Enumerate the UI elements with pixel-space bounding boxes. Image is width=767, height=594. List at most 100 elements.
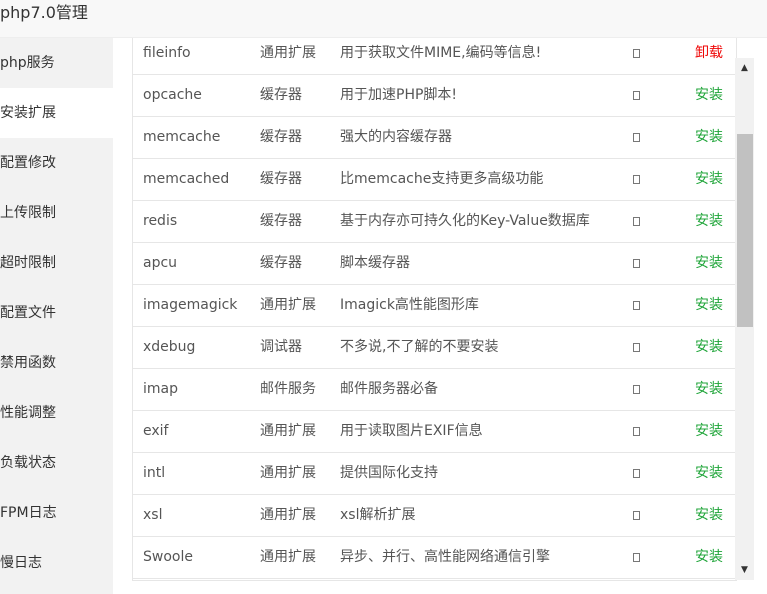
extension-action-link[interactable]: 安装 xyxy=(695,453,723,494)
extension-name: xsl xyxy=(143,507,163,523)
extension-table: fileinfo 通用扩展 用于获取文件MIME,编码等信息! 卸载 opcache 缓存… xyxy=(132,38,737,581)
extension-description: 强大的内容缓存器 xyxy=(340,129,452,145)
table-row: Swoole 通用扩展 异步、并行、高性能网络通信引擎 安装 xyxy=(133,537,736,579)
status-checkbox-icon xyxy=(633,427,640,436)
extension-action-link[interactable]: 安装 xyxy=(695,537,723,578)
extension-name: redis xyxy=(143,213,178,229)
status-checkbox-icon xyxy=(633,553,640,562)
extension-action-link[interactable]: 安装 xyxy=(695,495,723,536)
scroll-up-icon[interactable]: ▲ xyxy=(735,60,754,76)
extension-description: 提供国际化支持 xyxy=(340,465,438,481)
sidebar: php服务 安装扩展 配置修改 上传限制 超时限制 配置文件 禁用函数 性能调整 负载状态 FPM… xyxy=(0,38,113,594)
status-checkbox-icon xyxy=(633,511,640,520)
extension-type: 通用扩展 xyxy=(260,549,316,565)
table-row: intl 通用扩展 提供国际化支持 安装 xyxy=(133,453,736,495)
table-row: memcache 缓存器 强大的内容缓存器 安装 xyxy=(133,117,736,159)
scrollbar-thumb[interactable] xyxy=(737,134,753,327)
sidebar-item[interactable]: 负载状态 xyxy=(0,438,113,488)
extension-action-link[interactable]: 安装 xyxy=(695,201,723,242)
table-row: fileinfo 通用扩展 用于获取文件MIME,编码等信息! 卸载 xyxy=(133,38,736,75)
extension-description: 用于读取图片EXIF信息 xyxy=(340,423,483,439)
table-row: imap 邮件服务 邮件服务器必备 安装 xyxy=(133,369,736,411)
table-row: memcached 缓存器 比memcache支持更多高级功能 安装 xyxy=(133,159,736,201)
table-row: exif 通用扩展 用于读取图片EXIF信息 安装 xyxy=(133,411,736,453)
extension-name: imap xyxy=(143,381,178,397)
extension-type: 邮件服务 xyxy=(260,381,316,397)
extension-name: exif xyxy=(143,423,169,439)
extension-panel: fileinfo 通用扩展 用于获取文件MIME,编码等信息! 卸载 opcache 缓存… xyxy=(113,38,767,594)
extension-name: xdebug xyxy=(143,339,196,355)
status-checkbox-icon xyxy=(633,133,640,142)
extension-name: apcu xyxy=(143,255,178,271)
vertical-scrollbar[interactable]: ▲ ▼ xyxy=(735,58,754,580)
table-row: apcu 缓存器 脚本缓存器 安装 xyxy=(133,243,736,285)
sidebar-item[interactable]: 超时限制 xyxy=(0,238,113,288)
sidebar-item[interactable]: 安装扩展 xyxy=(0,88,113,138)
sidebar-item[interactable]: 禁用函数 xyxy=(0,338,113,388)
extension-name: imagemagick xyxy=(143,297,238,313)
php-manager-window: php7.0管理 php服务 安装扩展 配置修改 上传限制 超时限制 配置文件 禁用函数 性能… xyxy=(0,0,767,594)
title-bar: php7.0管理 xyxy=(0,0,767,38)
extension-name: memcached xyxy=(143,171,230,187)
extension-type: 缓存器 xyxy=(260,171,302,187)
table-row: opcache 缓存器 用于加速PHP脚本! 安装 xyxy=(133,75,736,117)
status-checkbox-icon xyxy=(633,343,640,352)
extension-name: memcache xyxy=(143,129,221,145)
sidebar-item[interactable]: php服务 xyxy=(0,38,113,88)
extension-type: 缓存器 xyxy=(260,213,302,229)
status-checkbox-icon xyxy=(633,49,640,58)
extension-action-link[interactable]: 安装 xyxy=(695,411,723,452)
status-checkbox-icon xyxy=(633,301,640,310)
table-row: xdebug 调试器 不多说,不了解的不要安装 安装 xyxy=(133,327,736,369)
table-row: imagemagick 通用扩展 Imagick高性能图形库 安装 xyxy=(133,285,736,327)
extension-description: 用于加速PHP脚本! xyxy=(340,87,458,103)
extension-action-link[interactable]: 安装 xyxy=(695,285,723,326)
extension-description: 基于内存亦可持久化的Key-Value数据库 xyxy=(340,213,590,229)
sidebar-item[interactable]: 配置文件 xyxy=(0,288,113,338)
extension-type: 通用扩展 xyxy=(260,423,316,439)
extension-action-link[interactable]: 安装 xyxy=(695,369,723,410)
sidebar-item[interactable]: 性能调整 xyxy=(0,388,113,438)
extension-action-link[interactable]: 卸载 xyxy=(695,38,723,74)
extension-description: 脚本缓存器 xyxy=(340,255,410,271)
table-row: redis 缓存器 基于内存亦可持久化的Key-Value数据库 安装 xyxy=(133,201,736,243)
status-checkbox-icon xyxy=(633,385,640,394)
extension-type: 通用扩展 xyxy=(260,45,316,61)
extension-name: fileinfo xyxy=(143,45,191,61)
table-row: xsl 通用扩展 xsl解析扩展 安装 xyxy=(133,495,736,537)
extension-name: intl xyxy=(143,465,166,481)
status-checkbox-icon xyxy=(633,175,640,184)
status-checkbox-icon xyxy=(633,469,640,478)
extension-name: Swoole xyxy=(143,549,193,565)
sidebar-item[interactable]: 配置修改 xyxy=(0,138,113,188)
extension-action-link[interactable]: 安装 xyxy=(695,159,723,200)
sidebar-item[interactable]: 上传限制 xyxy=(0,188,113,238)
extension-type: 通用扩展 xyxy=(260,507,316,523)
extension-type: 通用扩展 xyxy=(260,465,316,481)
extension-description: 异步、并行、高性能网络通信引擎 xyxy=(340,549,550,565)
extension-action-link[interactable]: 安装 xyxy=(695,117,723,158)
status-checkbox-icon xyxy=(633,217,640,226)
extension-description: xsl解析扩展 xyxy=(340,507,416,523)
status-checkbox-icon xyxy=(633,91,640,100)
extension-description: Imagick高性能图形库 xyxy=(340,297,479,313)
window-title: php7.0管理 xyxy=(0,3,88,22)
extension-description: 用于获取文件MIME,编码等信息! xyxy=(340,45,542,61)
extension-type: 调试器 xyxy=(260,339,302,355)
sidebar-item[interactable]: 慢日志 xyxy=(0,538,113,588)
extension-rows: fileinfo 通用扩展 用于获取文件MIME,编码等信息! 卸载 opcache 缓存… xyxy=(133,38,736,579)
scroll-down-icon[interactable]: ▼ xyxy=(735,562,754,578)
sidebar-item[interactable]: FPM日志 xyxy=(0,488,113,538)
status-checkbox-icon xyxy=(633,259,640,268)
extension-type: 缓存器 xyxy=(260,87,302,103)
extension-action-link[interactable]: 安装 xyxy=(695,327,723,368)
extension-description: 邮件服务器必备 xyxy=(340,381,438,397)
extension-type: 缓存器 xyxy=(260,255,302,271)
extension-type: 缓存器 xyxy=(260,129,302,145)
extension-type: 通用扩展 xyxy=(260,297,316,313)
extension-name: opcache xyxy=(143,87,202,103)
extension-description: 比memcache支持更多高级功能 xyxy=(340,171,544,187)
extension-action-link[interactable]: 安装 xyxy=(695,75,723,116)
extension-description: 不多说,不了解的不要安装 xyxy=(340,339,499,355)
extension-action-link[interactable]: 安装 xyxy=(695,243,723,284)
